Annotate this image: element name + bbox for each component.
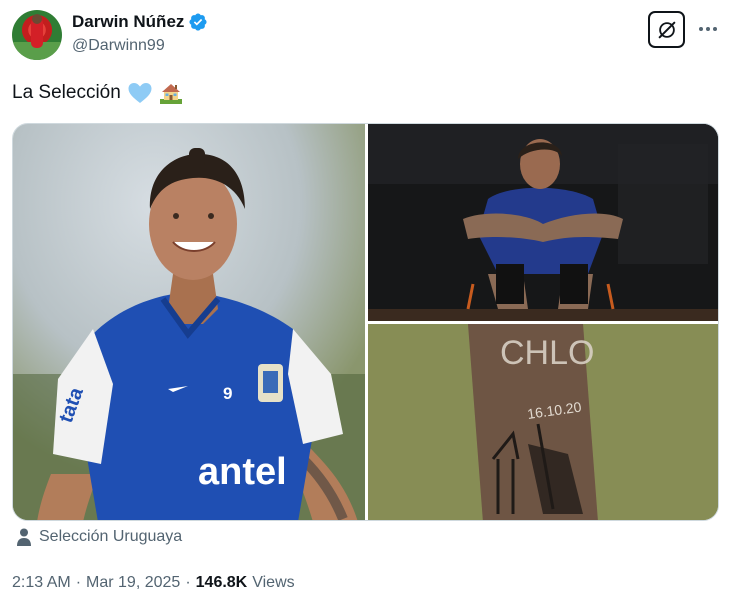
tweet-location[interactable]: Selección Uruguaya: [16, 528, 182, 546]
views-label: Views: [252, 574, 295, 591]
tweet-date[interactable]: Mar 19, 2025: [86, 574, 180, 592]
tweet-meta: 2:13 AM · Mar 19, 2025 · 146.8K Views: [12, 574, 295, 592]
media-image-bottom-right[interactable]: CHLO 16.10.20: [368, 324, 718, 520]
grok-button[interactable]: [648, 11, 685, 48]
jersey-sponsor-text: antel: [198, 451, 287, 493]
svg-text:9: 9: [223, 384, 232, 403]
tattoo-forearm-illustration: CHLO 16.10.20: [368, 324, 718, 520]
more-options-button[interactable]: [694, 17, 722, 41]
views-count: 146.8K: [195, 574, 248, 591]
author-avatar[interactable]: [12, 10, 62, 60]
player-sitting-illustration: [368, 124, 718, 321]
author-handle[interactable]: @Darwinn99: [72, 37, 165, 55]
grok-icon: [658, 21, 675, 38]
tweet-text: La Selección: [12, 81, 183, 105]
author-display-name[interactable]: Darwin Núñez: [72, 12, 184, 32]
tweet-text-content: La Selección: [12, 82, 121, 103]
light-blue-heart-icon: [128, 83, 152, 103]
meta-separator: ·: [75, 574, 82, 591]
media-image-main[interactable]: tata 9 antel: [13, 124, 365, 520]
player-portrait-illustration: tata 9 antel: [13, 124, 365, 520]
house-with-garden-icon: [159, 84, 182, 104]
media-image-top-right[interactable]: [368, 124, 718, 321]
author-name-row: Darwin Núñez: [72, 12, 208, 32]
avatar-head: [32, 14, 42, 24]
media-grid: tata 9 antel CHLO 16.10.20: [12, 123, 719, 521]
more-dot-icon: [699, 27, 703, 31]
more-dot-icon: [706, 27, 710, 31]
person-icon: [17, 528, 31, 546]
meta-separator: ·: [185, 574, 191, 591]
tattoo-name-text: CHLO: [500, 334, 594, 372]
tweet-time[interactable]: 2:13 AM: [12, 574, 71, 592]
location-label[interactable]: Selección Uruguaya: [39, 528, 182, 546]
more-dot-icon: [713, 27, 717, 31]
verified-badge-icon[interactable]: [188, 12, 208, 32]
